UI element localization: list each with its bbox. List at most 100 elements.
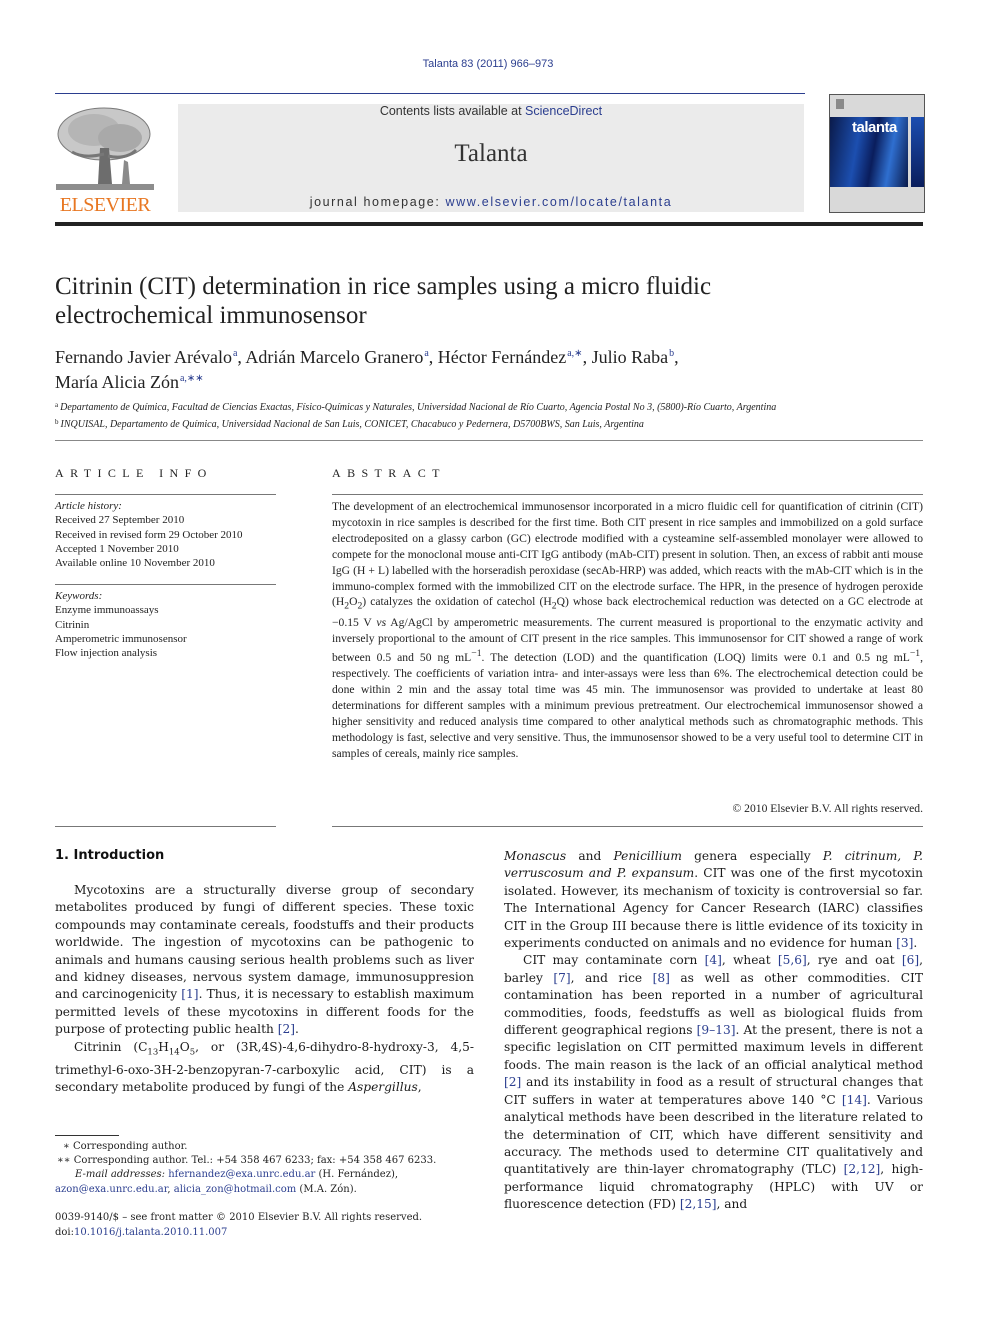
footnote-mark: ∗ xyxy=(63,1141,70,1152)
history-item: Available online 10 November 2010 xyxy=(55,557,215,570)
unit-exponent: −1 xyxy=(909,648,921,660)
affiliation-text: Departamento de Química, Facultad de Cie… xyxy=(60,402,777,413)
paragraph: Citrinin (C13H14O5, or (3R,4S)-4,6-dihyd… xyxy=(55,1039,474,1097)
email-link[interactable]: azon@exa.unrc.edu.ar xyxy=(55,1184,167,1195)
email-link[interactable]: alicia_zon@hotmail.com xyxy=(174,1184,296,1195)
divider xyxy=(55,826,276,827)
footnote-text: Corresponding author. xyxy=(69,1141,188,1152)
citation-link[interactable]: [3] xyxy=(896,936,913,950)
cover-title: talanta xyxy=(852,119,897,136)
title-line-1: Citrinin (CIT) determination in rice sam… xyxy=(55,273,712,300)
article-title: Citrinin (CIT) determination in rice sam… xyxy=(55,272,925,330)
article-history: Article history: Received 27 September 2… xyxy=(55,499,280,570)
author-name: Héctor Fernández xyxy=(437,347,567,367)
divider xyxy=(332,826,923,827)
abstract-segment: ) catalyzes the oxidation of catechol ( xyxy=(362,595,544,609)
journal-reference[interactable]: Talanta 83 (2011) 966–973 xyxy=(0,58,976,70)
keywords-label: Keywords: xyxy=(55,590,103,602)
citation-link[interactable]: [8] xyxy=(653,971,670,985)
cover-publisher-mark xyxy=(836,99,844,109)
author-affil-mark[interactable]: a xyxy=(233,348,237,359)
citation-link[interactable]: [1] xyxy=(181,987,198,1001)
affiliation-mark: a xyxy=(55,401,59,409)
email-owner: (M.A. Zón). xyxy=(296,1183,357,1195)
author-name: Julio Raba xyxy=(591,347,669,367)
footnote-rule xyxy=(55,1135,119,1136)
author-name: Adrián Marcelo Granero xyxy=(245,347,424,367)
author[interactable]: Héctor Fernándeza,∗ xyxy=(438,347,583,367)
formula: H xyxy=(543,595,552,609)
history-label: Article history: xyxy=(55,500,122,512)
paragraph: CIT may contaminate corn [4], wheat [5,6… xyxy=(504,952,923,1213)
doi-link[interactable]: 10.1016/j.talanta.2010.11.007 xyxy=(74,1227,227,1238)
formula: O xyxy=(179,1039,190,1054)
divider xyxy=(55,584,276,585)
doi-label: doi: xyxy=(55,1226,74,1238)
text: , xyxy=(417,1079,422,1094)
citation-link[interactable]: [2] xyxy=(278,1022,295,1036)
email-label: E-mail addresses: xyxy=(75,1169,166,1181)
citation-link[interactable]: [2] xyxy=(504,1075,521,1089)
citation-link[interactable]: [2,12] xyxy=(844,1162,881,1176)
text: , rye and oat xyxy=(806,953,902,968)
text: CIT may contaminate corn xyxy=(523,953,705,968)
author[interactable]: Julio Rabab xyxy=(592,347,675,367)
formula-subscript: 13 xyxy=(147,1047,159,1058)
journal-name: Talanta xyxy=(454,140,528,167)
citation-link[interactable]: [5,6] xyxy=(778,953,807,967)
citation-link[interactable]: [7] xyxy=(553,971,570,985)
citation-link[interactable]: [4] xyxy=(705,953,722,967)
footnote-text: Corresponding author. Tel.: +54 358 467 … xyxy=(70,1155,437,1167)
text: , and xyxy=(716,1197,748,1212)
front-matter: 0039-9140/$ – see front matter © 2010 El… xyxy=(55,1211,485,1240)
text: Mycotoxins are a structurally diverse gr… xyxy=(55,883,474,1002)
text: , and rice xyxy=(570,970,653,985)
citation-link[interactable]: [14] xyxy=(842,1093,867,1107)
text: , wheat xyxy=(721,953,778,968)
author-affil-mark[interactable]: a,∗ xyxy=(567,348,582,359)
body-column-right: Monascus and Penicillium genera especial… xyxy=(504,848,923,1214)
abstract-segment: , respectively. The coefficients of vari… xyxy=(332,651,924,760)
paragraph: Monascus and Penicillium genera especial… xyxy=(504,848,923,952)
sciencedirect-link[interactable]: ScienceDirect xyxy=(525,104,602,118)
author-affil-mark[interactable]: a xyxy=(424,348,428,359)
article-info-heading: ARTICLE INFO xyxy=(55,466,213,480)
genus-name: Aspergillus xyxy=(348,1079,418,1094)
front-matter-text: 0039-9140/$ – see front matter © 2010 El… xyxy=(55,1212,423,1223)
affiliation: b INQUISAL, Departamento de Química, Univ… xyxy=(55,415,925,432)
section-heading: 1. Introduction xyxy=(55,848,165,863)
formula-subscript: 14 xyxy=(168,1047,180,1058)
author[interactable]: Adrián Marcelo Graneroa xyxy=(245,347,428,367)
author-list: Fernando Javier Arévaloa, Adrián Marcelo… xyxy=(55,347,679,392)
text: and xyxy=(566,849,614,863)
elsevier-logo[interactable]: ELSEVIER xyxy=(54,104,156,216)
author[interactable]: María Alicia Zóna,∗∗ xyxy=(55,372,204,392)
author[interactable]: Fernando Javier Arévaloa xyxy=(55,347,237,367)
homepage-link[interactable]: www.elsevier.com/locate/talanta xyxy=(446,195,673,209)
divider xyxy=(332,494,923,495)
divider xyxy=(55,494,276,495)
citation-link[interactable]: [2,15] xyxy=(680,1197,717,1211)
citation-link[interactable]: [9–13] xyxy=(697,1023,736,1037)
author-affil-mark[interactable]: a,∗∗ xyxy=(180,373,204,384)
journal-header-box: Contents lists available at ScienceDirec… xyxy=(178,104,804,212)
email-link[interactable]: hfernandez@exa.unrc.edu.ar xyxy=(168,1169,315,1180)
affiliations: a Departamento de Química, Facultad de Ci… xyxy=(55,398,925,432)
journal-cover-image[interactable]: talanta xyxy=(829,94,925,213)
author-name: María Alicia Zón xyxy=(55,372,179,392)
keyword: Amperometric immunosensor xyxy=(55,632,187,645)
abstract-text: The development of an electrochemical im… xyxy=(332,499,923,762)
genus-name: Penicillium xyxy=(613,849,682,863)
keyword: Enzyme immunoassays xyxy=(55,604,159,617)
abstract-segment: The development of an electrochemical im… xyxy=(332,500,923,609)
citation-link[interactable]: [6] xyxy=(902,953,919,967)
formula: Q xyxy=(556,595,565,609)
author-name: Fernando Javier Arévalo xyxy=(55,347,232,367)
footnote-mark: ∗∗ xyxy=(57,1155,71,1167)
author-affil-mark[interactable]: b xyxy=(669,348,674,359)
abstract-copyright: © 2010 Elsevier B.V. All rights reserved… xyxy=(732,802,923,815)
abstract-italic: vs xyxy=(376,615,387,629)
cover-band-side xyxy=(911,117,924,187)
formula: H xyxy=(335,595,345,609)
text: genera especially xyxy=(681,849,823,863)
